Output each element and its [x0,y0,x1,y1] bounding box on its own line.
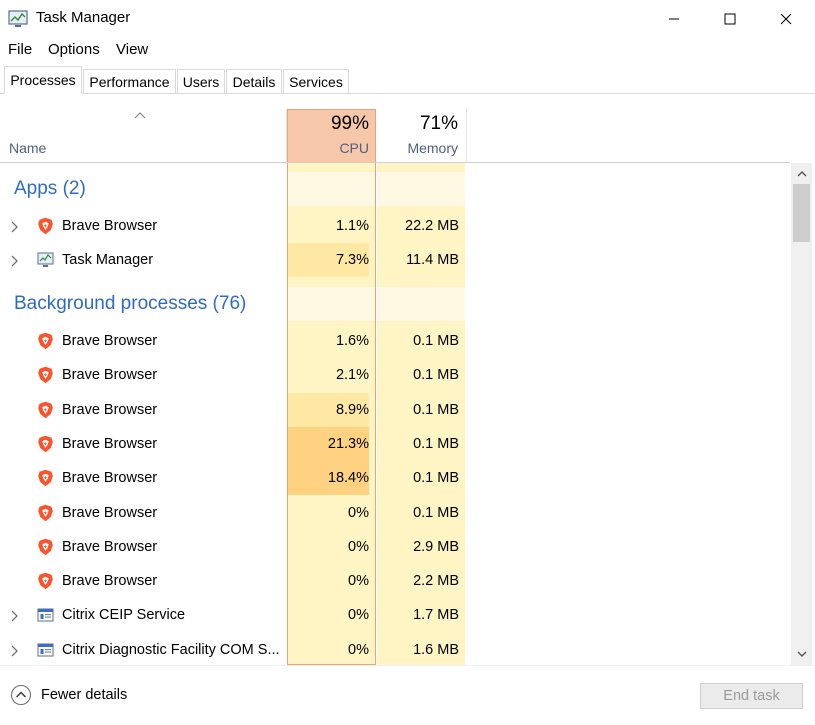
close-icon [780,13,792,25]
cpu-column-highlight [287,163,376,665]
process-memory: 2.2 MB [413,573,459,590]
process-memory: 2.9 MB [413,538,459,555]
process-name: Brave Browser [62,333,158,349]
brave-icon [37,504,54,522]
process-memory: 0.1 MB [413,435,459,452]
tab-users[interactable]: Users [177,69,225,93]
brave-icon [37,469,54,487]
chevron-down-icon [797,651,806,657]
menu-options[interactable]: Options [48,41,100,58]
process-name: Citrix CEIP Service [62,607,186,624]
cpu-column-label: CPU [339,140,369,156]
memory-column-label[interactable]: Memory [378,140,458,156]
tab-processes[interactable]: Processes [4,66,82,94]
brave-icon [37,435,54,453]
brave-icon [37,538,54,556]
maximize-icon [724,13,736,25]
process-name: Brave Browser [62,218,158,234]
process-name: Brave Browser [62,470,158,487]
process-memory: 0.1 MB [413,367,459,384]
brave-icon [37,217,54,235]
footer-divider [0,665,815,666]
expand-chevron-icon[interactable] [9,220,21,233]
tab-performance[interactable]: Performance [83,69,176,93]
collapse-circle-icon[interactable] [10,684,32,706]
menu-view[interactable]: View [116,41,148,58]
cpu-total-percent: 99% [330,113,369,134]
brave-icon [37,366,54,384]
tab-services[interactable]: Services [283,69,349,93]
scroll-down-button[interactable] [791,644,812,665]
process-name: Brave Browser [62,504,158,521]
process-memory: 0.1 MB [413,470,459,487]
task-manager-icon [8,10,28,27]
brave-icon [37,332,54,350]
section-header: Apps (2) [14,178,86,199]
process-name: Brave Browser [62,573,158,590]
column-divider [466,109,467,163]
process-memory: 0.1 MB [413,333,459,349]
task-manager-icon [37,251,54,269]
expand-chevron-icon[interactable] [9,254,21,267]
process-memory: 0.1 MB [413,401,459,418]
menu-file[interactable]: File [8,41,32,58]
scroll-up-button[interactable] [791,163,812,184]
chevron-up-icon [797,171,806,177]
scroll-thumb[interactable] [793,184,810,242]
maximize-button[interactable] [702,0,758,38]
process-memory: 0.1 MB [413,504,459,521]
sort-ascending-icon [134,112,146,119]
process-name: Brave Browser [62,435,158,452]
service-icon [37,641,54,659]
process-memory: 11.4 MB [406,252,459,269]
close-button[interactable] [758,0,814,38]
fewer-details-link[interactable]: Fewer details [41,687,127,703]
process-name: Brave Browser [62,401,158,418]
section-header: Background processes (76) [14,293,247,314]
service-icon [37,606,54,624]
process-memory: 22.2 MB [405,218,459,234]
process-memory: 1.6 MB [413,641,459,658]
process-memory: 1.7 MB [413,607,459,624]
tab-details[interactable]: Details [226,69,282,93]
column-header-name[interactable]: Name [9,140,46,156]
process-name: Brave Browser [62,538,158,555]
memory-total-percent[interactable]: 71% [378,113,458,135]
expand-chevron-icon[interactable] [9,644,21,657]
process-name: Task Manager [62,252,154,269]
process-name: Brave Browser [62,367,158,384]
tab-strip-divider [0,93,815,94]
process-name: Citrix Diagnostic Facility COM S... [62,641,280,658]
expand-chevron-icon[interactable] [9,609,21,622]
minimize-icon [669,18,679,20]
brave-icon [37,572,54,590]
end-task-button[interactable]: End task [700,683,803,709]
brave-icon [37,401,54,419]
minimize-button[interactable] [646,0,702,38]
window-title: Task Manager [36,9,131,26]
